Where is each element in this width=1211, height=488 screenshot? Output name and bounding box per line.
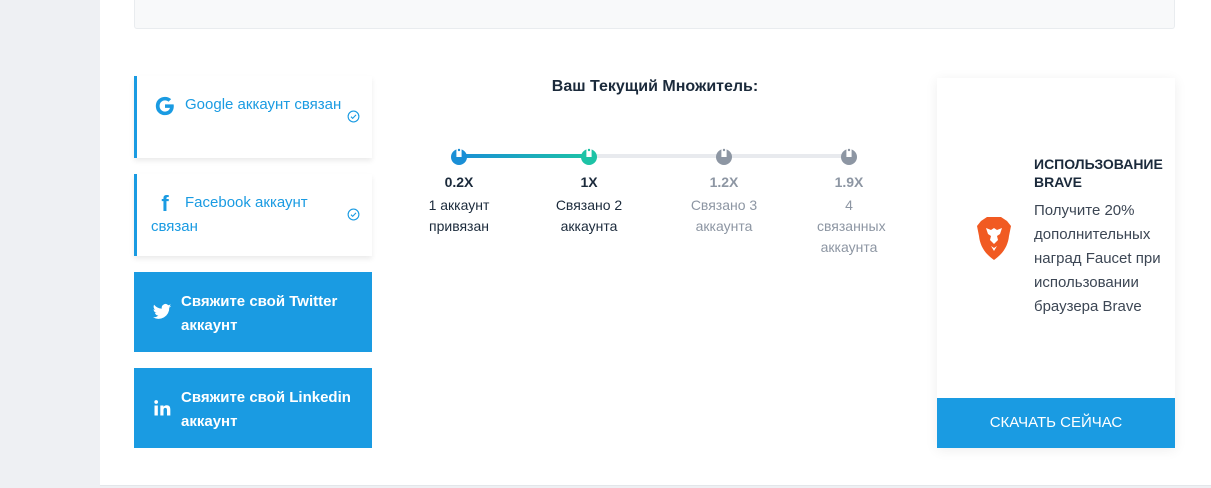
link-linkedin-button[interactable]: Свяжите свой Linkedin аккаунт [134, 368, 372, 448]
multiplier-value: 1.9X [834, 174, 864, 190]
brave-lion-icon [977, 217, 1011, 260]
multiplier-desc: Связано 2 аккаунта [555, 197, 623, 234]
multiplier-desc: 1 аккаунт привязан [428, 197, 490, 234]
brave-description: Получите 20% дополнительных наград Fauce… [1034, 202, 1161, 315]
brave-promo-card: ИСПОЛЬЗОВАНИЕ BRAVE Получите 20% дополни… [937, 78, 1175, 448]
check-circle-icon [347, 208, 360, 221]
check-circle-icon [347, 110, 360, 123]
multiplier-value: 1X [580, 174, 598, 190]
link-linkedin-label: Свяжите свой Linkedin аккаунт [181, 389, 351, 430]
rocket-icon [841, 143, 857, 165]
link-twitter-label: Свяжите свой Twitter аккаунт [181, 293, 338, 334]
top-info-box [134, 0, 1175, 29]
multiplier-value: 1.2X [709, 174, 739, 190]
rocket-icon [581, 143, 597, 165]
rocket-icon [451, 143, 467, 165]
facebook-linked-label: Facebook аккаунт связан [151, 194, 308, 235]
rocket-icon [716, 143, 732, 165]
multiplier-title: Ваш Текущий Множитель: [551, 78, 759, 95]
brave-title: ИСПОЛЬЗОВАНИЕ BRAVE [1034, 156, 1163, 190]
multiplier-desc: Связано 3 аккаунта [690, 197, 758, 234]
linkedin-icon [154, 400, 171, 416]
multiplier-desc: 4 связанных аккаунта [817, 197, 886, 255]
multiplier-progress [458, 154, 589, 158]
multiplier-value: 0.2X [444, 174, 474, 190]
download-brave-button[interactable]: СКАЧАТЬ СЕЙЧАС [937, 398, 1175, 448]
facebook-linked-card: f Facebook аккаунт связан [134, 174, 372, 256]
google-linked-label: Google аккаунт связан [185, 96, 342, 113]
twitter-icon [152, 304, 172, 319]
link-twitter-button[interactable]: Свяжите свой Twitter аккаунт [134, 272, 372, 352]
google-linked-card: Google аккаунт связан [134, 76, 372, 158]
